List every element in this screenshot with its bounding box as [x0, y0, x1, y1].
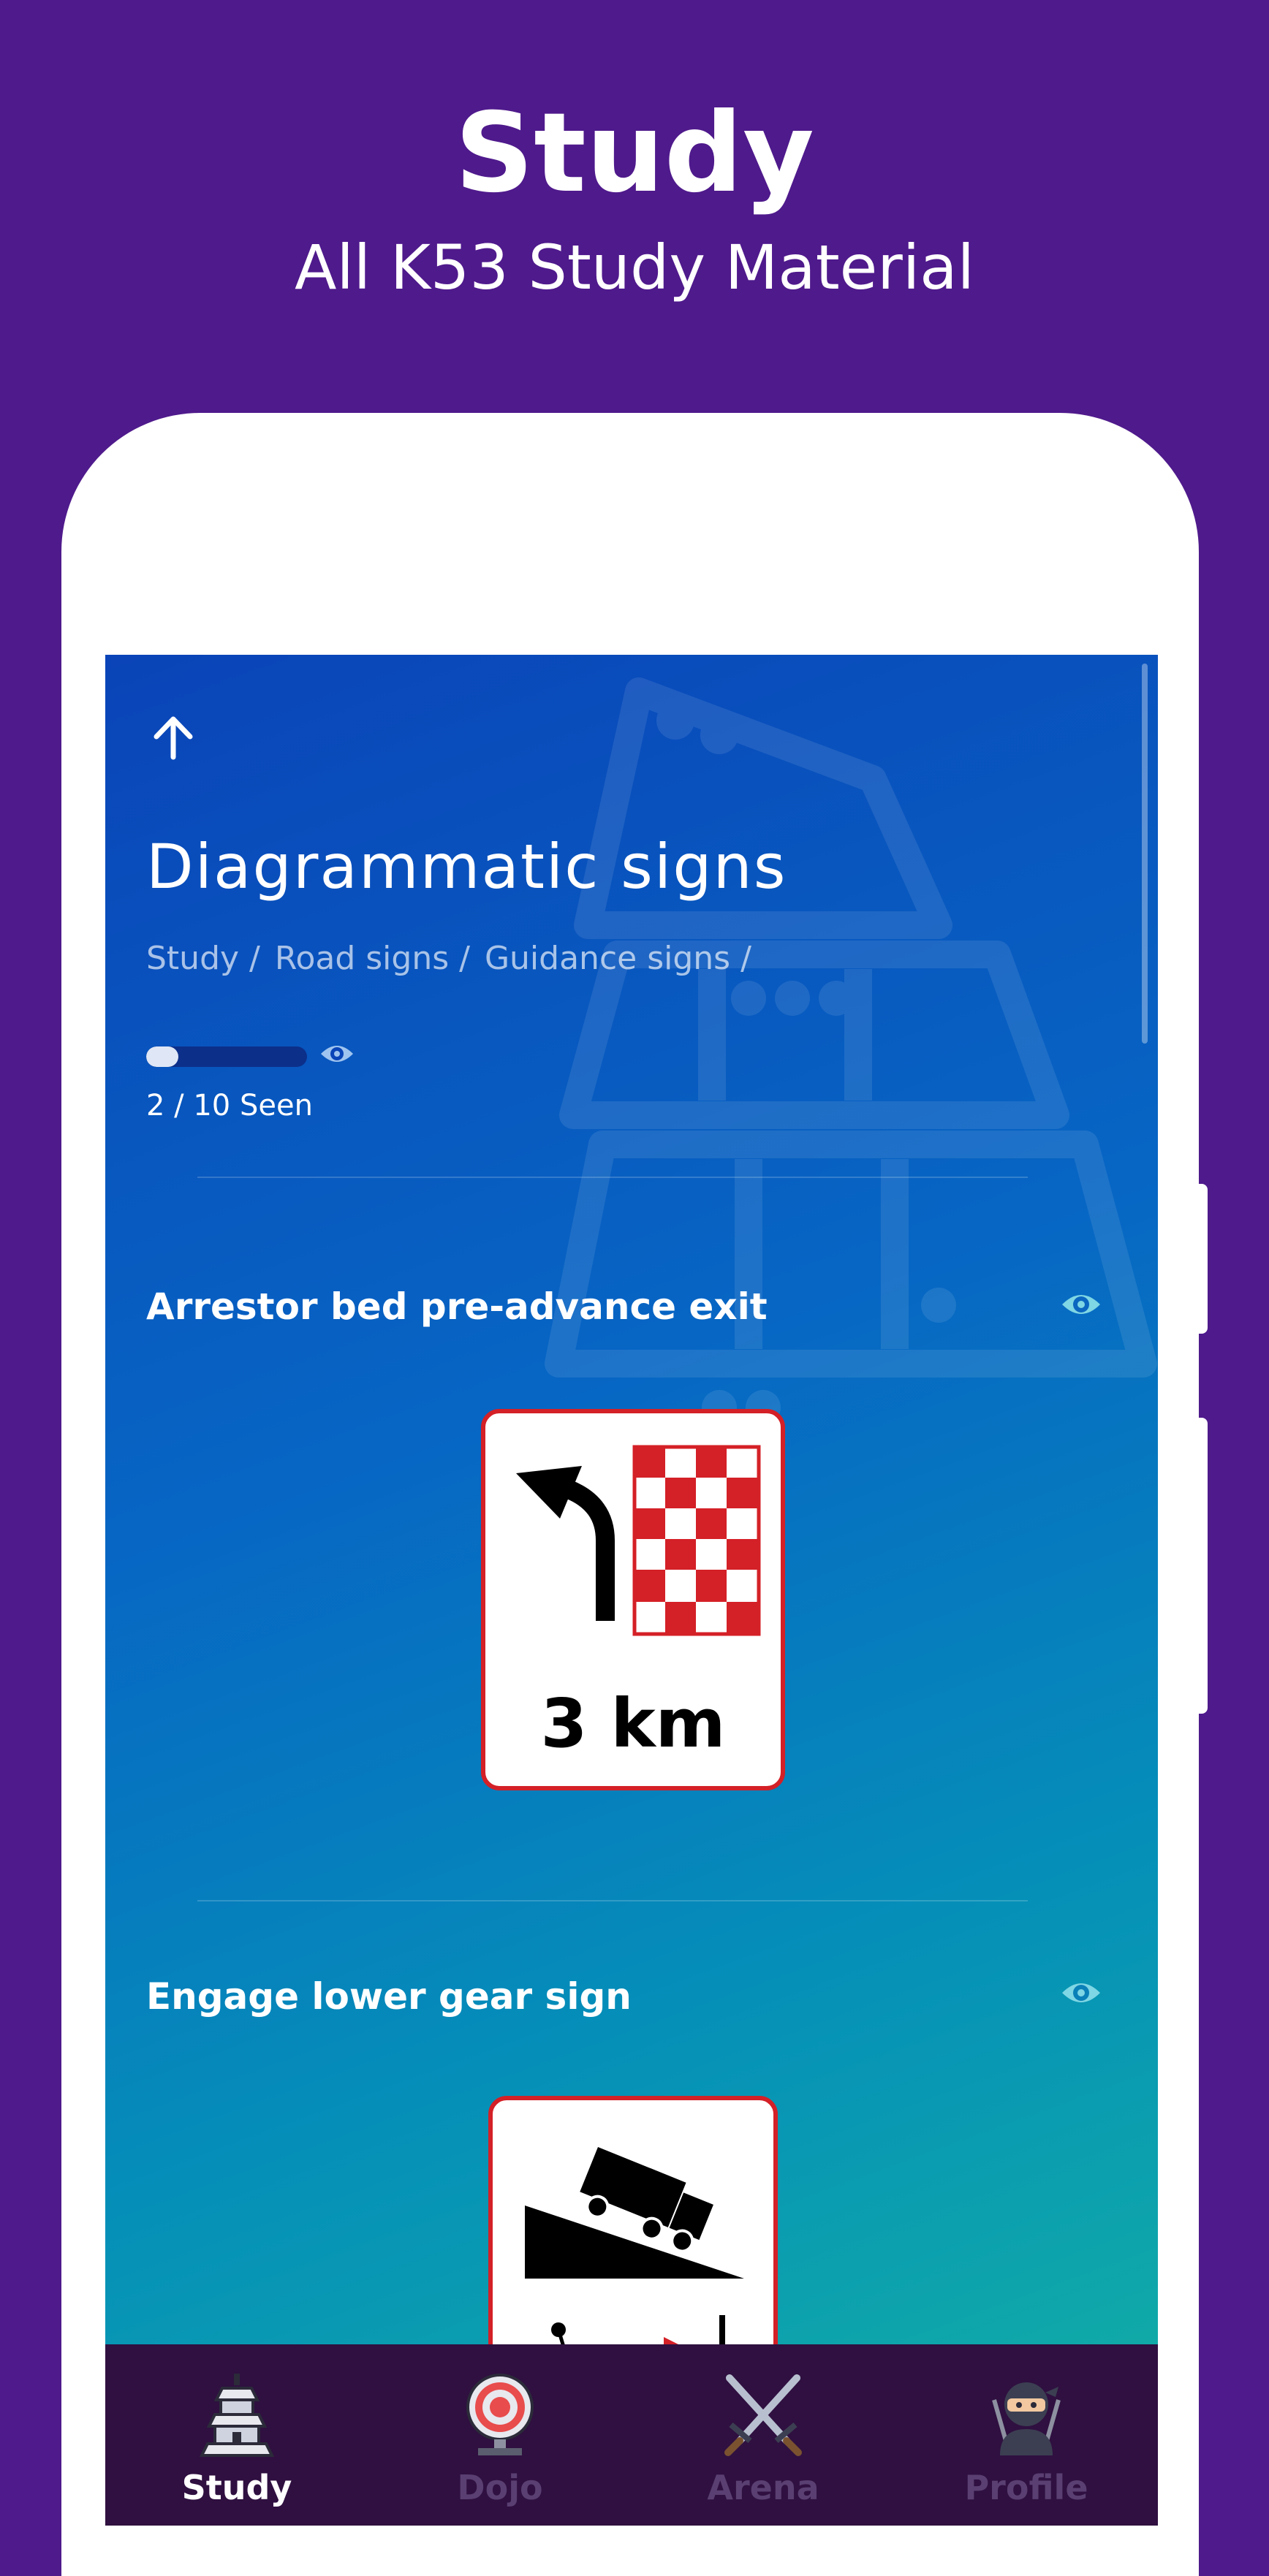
phone-side-button	[1199, 1418, 1208, 1714]
up-arrow-icon[interactable]	[148, 712, 199, 763]
breadcrumb-item-road-signs[interactable]: Road signs /	[275, 940, 470, 977]
breadcrumb-item-study[interactable]: Study /	[146, 940, 260, 977]
divider	[197, 1900, 1028, 1901]
app-screen: Diagrammatic signs Study / Road signs / …	[105, 655, 1158, 2526]
sign-distance-text: 3 km	[540, 1684, 725, 1763]
promo-subtitle: All K53 Study Material	[295, 232, 974, 303]
progress-bar-fill	[146, 1046, 178, 1067]
sign-title[interactable]: Arrestor bed pre-advance exit	[146, 1283, 768, 1330]
promo-title: Study	[455, 90, 814, 217]
divider	[197, 1177, 1028, 1178]
nav-item-arena[interactable]: Arena	[632, 2344, 895, 2526]
arrestor-bed-sign-image[interactable]: 3 km	[481, 1409, 785, 1790]
eye-icon	[321, 1046, 353, 1062]
nav-item-dojo[interactable]: Dojo	[368, 2344, 632, 2526]
ninja-icon	[992, 2382, 1061, 2455]
sign-title[interactable]: Engage lower gear sign	[146, 1973, 632, 2020]
seen-eye-icon[interactable]	[1060, 1288, 1102, 1321]
breadcrumb-item-guidance-signs[interactable]: Guidance signs /	[485, 940, 751, 977]
bottom-navigation: Study Dojo Arena Profile	[105, 2344, 1158, 2526]
nav-label-profile: Profile	[964, 2468, 1088, 2507]
nav-item-study[interactable]: Study	[105, 2344, 368, 2526]
phone-side-button	[1199, 1184, 1208, 1334]
tower-icon	[199, 2374, 275, 2457]
nav-label-study: Study	[181, 2468, 292, 2507]
nav-item-profile[interactable]: Profile	[895, 2344, 1158, 2526]
progress-bar	[146, 1046, 307, 1067]
seen-eye-icon[interactable]	[1060, 1976, 1102, 2010]
nav-label-arena: Arena	[707, 2468, 819, 2507]
scrollbar[interactable]	[1142, 664, 1148, 1044]
crossed-swords-icon	[724, 2374, 802, 2456]
seen-count: 2 / 10 Seen	[146, 1089, 313, 1122]
breadcrumb: Study / Road signs / Guidance signs /	[146, 938, 756, 979]
page-title: Diagrammatic signs	[146, 831, 787, 903]
target-icon	[466, 2374, 534, 2455]
nav-label-dojo: Dojo	[457, 2468, 543, 2507]
